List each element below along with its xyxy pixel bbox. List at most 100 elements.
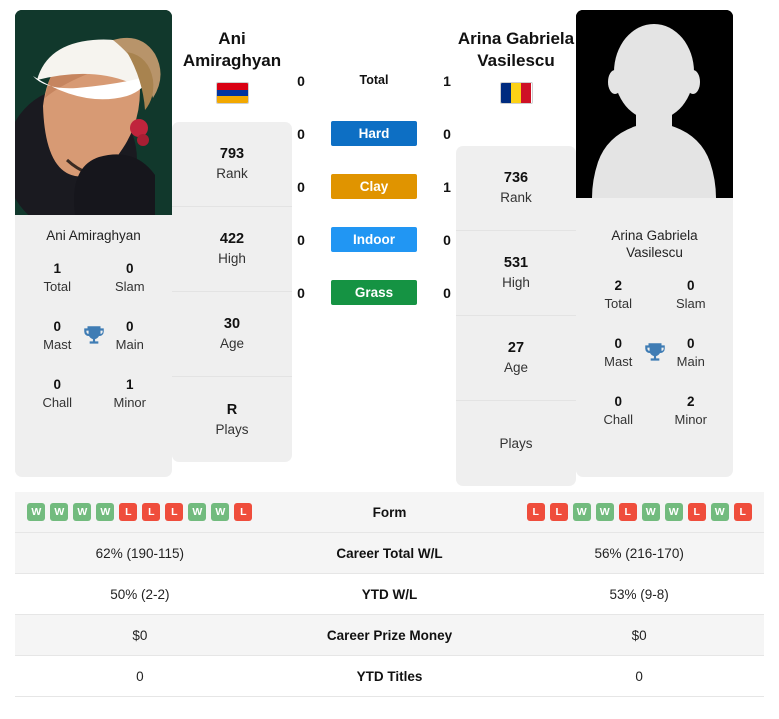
right-form-badges: LLWWLWWLWL: [514, 503, 764, 521]
stat-value: 0: [125, 261, 134, 276]
form-badge-win: W: [595, 503, 614, 521]
form-badge-loss: L: [526, 503, 545, 521]
h2h-left-score: 0: [297, 125, 305, 142]
h2h-right-score: 1: [443, 178, 451, 195]
form-badge-loss: L: [142, 503, 161, 521]
left-player-titles-card: Ani Amiraghyan 1 Total 0 Slam 0 Mast 0 M…: [15, 215, 172, 477]
right-plays-row: Plays: [456, 401, 576, 486]
h2h-surface-badge-indoor: Indoor: [331, 227, 417, 252]
stat-slam: 0 Slam: [94, 260, 167, 296]
left-ytd-titles: 0: [136, 668, 144, 684]
left-career-wl: 62% (190-115): [95, 545, 184, 561]
right-player-last-name: Vasilescu: [477, 51, 555, 70]
row-label-career-wl: Career Total W/L: [336, 545, 443, 561]
plays-label: Plays: [499, 435, 533, 451]
plays-value: R: [226, 401, 238, 418]
left-player-rank-card: 793 Rank 422 High 30 Age R Plays: [172, 122, 292, 462]
comparison-table: WWWWLLLWWL Form LLWWLWWLWL 62% (190-115)…: [0, 492, 779, 697]
form-badge-win: W: [96, 503, 115, 521]
trophy-icon: [642, 340, 668, 366]
right-player-card-name: Arina Gabriela Vasilescu: [611, 228, 698, 260]
left-ytd-wl: 50% (2-2): [110, 586, 170, 602]
h2h-row-hard: 0 Hard 0: [292, 121, 456, 146]
h2h-row-grass: 0 Grass 0: [292, 280, 456, 305]
stat-value: 1: [125, 377, 134, 392]
h2h-right-score: 1: [443, 72, 451, 89]
right-high-row: 531 High: [456, 231, 576, 316]
high-value: 531: [503, 255, 529, 271]
h2h-left-score: 0: [297, 284, 305, 301]
stat-value: 0: [614, 394, 622, 409]
form-badge-loss: L: [165, 503, 184, 521]
row-label-prize-money: Career Prize Money: [326, 627, 453, 643]
left-age-row: 30 Age: [172, 292, 292, 377]
h2h-left-score: 0: [297, 178, 305, 195]
stat-label: Slam: [114, 279, 145, 294]
h2h-right-score: 0: [443, 231, 451, 248]
stat-value: 0: [53, 377, 61, 392]
row-label-ytd-wl: YTD W/L: [361, 586, 418, 602]
age-value: 27: [507, 340, 525, 356]
right-player-name: Arina Gabriela Vasilescu: [456, 28, 576, 72]
left-player-last-name: Amiraghyan: [182, 51, 282, 70]
high-value: 422: [219, 231, 245, 247]
age-label: Age: [503, 360, 529, 375]
table-row-ytd-wl: 50% (2-2) YTD W/L 53% (9-8): [15, 574, 764, 615]
stat-label: Total: [604, 296, 632, 311]
right-player-titles-card: Arina Gabriela Vasilescu 2 Total 0 Slam …: [576, 215, 733, 477]
form-badge-loss: L: [234, 503, 253, 521]
row-label-ytd-titles: YTD Titles: [356, 668, 423, 684]
armenia-flag-icon: [215, 82, 249, 104]
left-plays-row: R Plays: [172, 377, 292, 462]
stat-label: Total: [43, 279, 71, 294]
high-label: High: [502, 275, 530, 290]
stat-label: Slam: [675, 296, 706, 311]
romania-flag-icon: [499, 82, 533, 104]
row-label-form: Form: [372, 504, 407, 520]
left-rank-row: 793 Rank: [172, 122, 292, 207]
right-player-first-name: Arina Gabriela: [457, 29, 575, 48]
rank-value: 736: [503, 170, 529, 186]
left-flag-wrap: [172, 82, 292, 104]
stat-chall: 0 Chall: [21, 376, 94, 412]
form-badge-win: W: [188, 503, 207, 521]
age-value: 30: [223, 316, 241, 332]
form-badge-win: W: [664, 503, 683, 521]
form-badge-loss: L: [687, 503, 706, 521]
h2h-right-score: 0: [443, 125, 451, 142]
left-player-photo: [15, 10, 172, 215]
table-row-ytd-titles: 0 YTD Titles 0: [15, 656, 764, 697]
age-label: Age: [219, 336, 245, 351]
stat-total: 1 Total: [21, 260, 94, 296]
form-badge-win: W: [50, 503, 69, 521]
stat-label: Minor: [674, 412, 707, 427]
right-player-rank-card: 736 Rank 531 High 27 Age Plays: [456, 146, 576, 486]
right-prize-money: $0: [631, 627, 647, 643]
form-badge-loss: L: [119, 503, 138, 521]
stat-value: 2: [614, 278, 622, 293]
h2h-surface-badge-hard: Hard: [331, 121, 417, 146]
form-badge-win: W: [211, 503, 230, 521]
form-badge-win: W: [73, 503, 92, 521]
left-player-titles-grid: 1 Total 0 Slam 0 Mast 0 Main 0 Chall 1 M…: [21, 260, 166, 412]
stat-slam: 0 Slam: [655, 277, 728, 313]
stat-value: 1: [53, 261, 61, 276]
form-badge-loss: L: [618, 503, 637, 521]
h2h-surface-badge-clay: Clay: [331, 174, 417, 199]
h2h-surface-badge-grass: Grass: [331, 280, 417, 305]
right-flag-wrap: [456, 82, 576, 104]
stat-label: Chall: [603, 412, 634, 427]
stat-label: Chall: [42, 395, 73, 410]
left-player-first-name: Ani: [218, 29, 246, 48]
left-player-card-name: Ani Amiraghyan: [46, 228, 141, 243]
left-player-name: Ani Amiraghyan: [172, 28, 292, 72]
form-badge-win: W: [710, 503, 729, 521]
rank-label: Rank: [500, 190, 532, 205]
stat-value: 2: [686, 394, 695, 409]
plays-label: Plays: [215, 421, 249, 437]
left-prize-money: $0: [132, 627, 148, 643]
form-badge-win: W: [641, 503, 660, 521]
left-player-column: Ani Amiraghyan 1 Total 0 Slam 0 Mast 0 M…: [15, 10, 172, 477]
h2h-row-indoor: 0 Indoor 0: [292, 227, 456, 252]
rank-value: 793: [219, 146, 245, 162]
